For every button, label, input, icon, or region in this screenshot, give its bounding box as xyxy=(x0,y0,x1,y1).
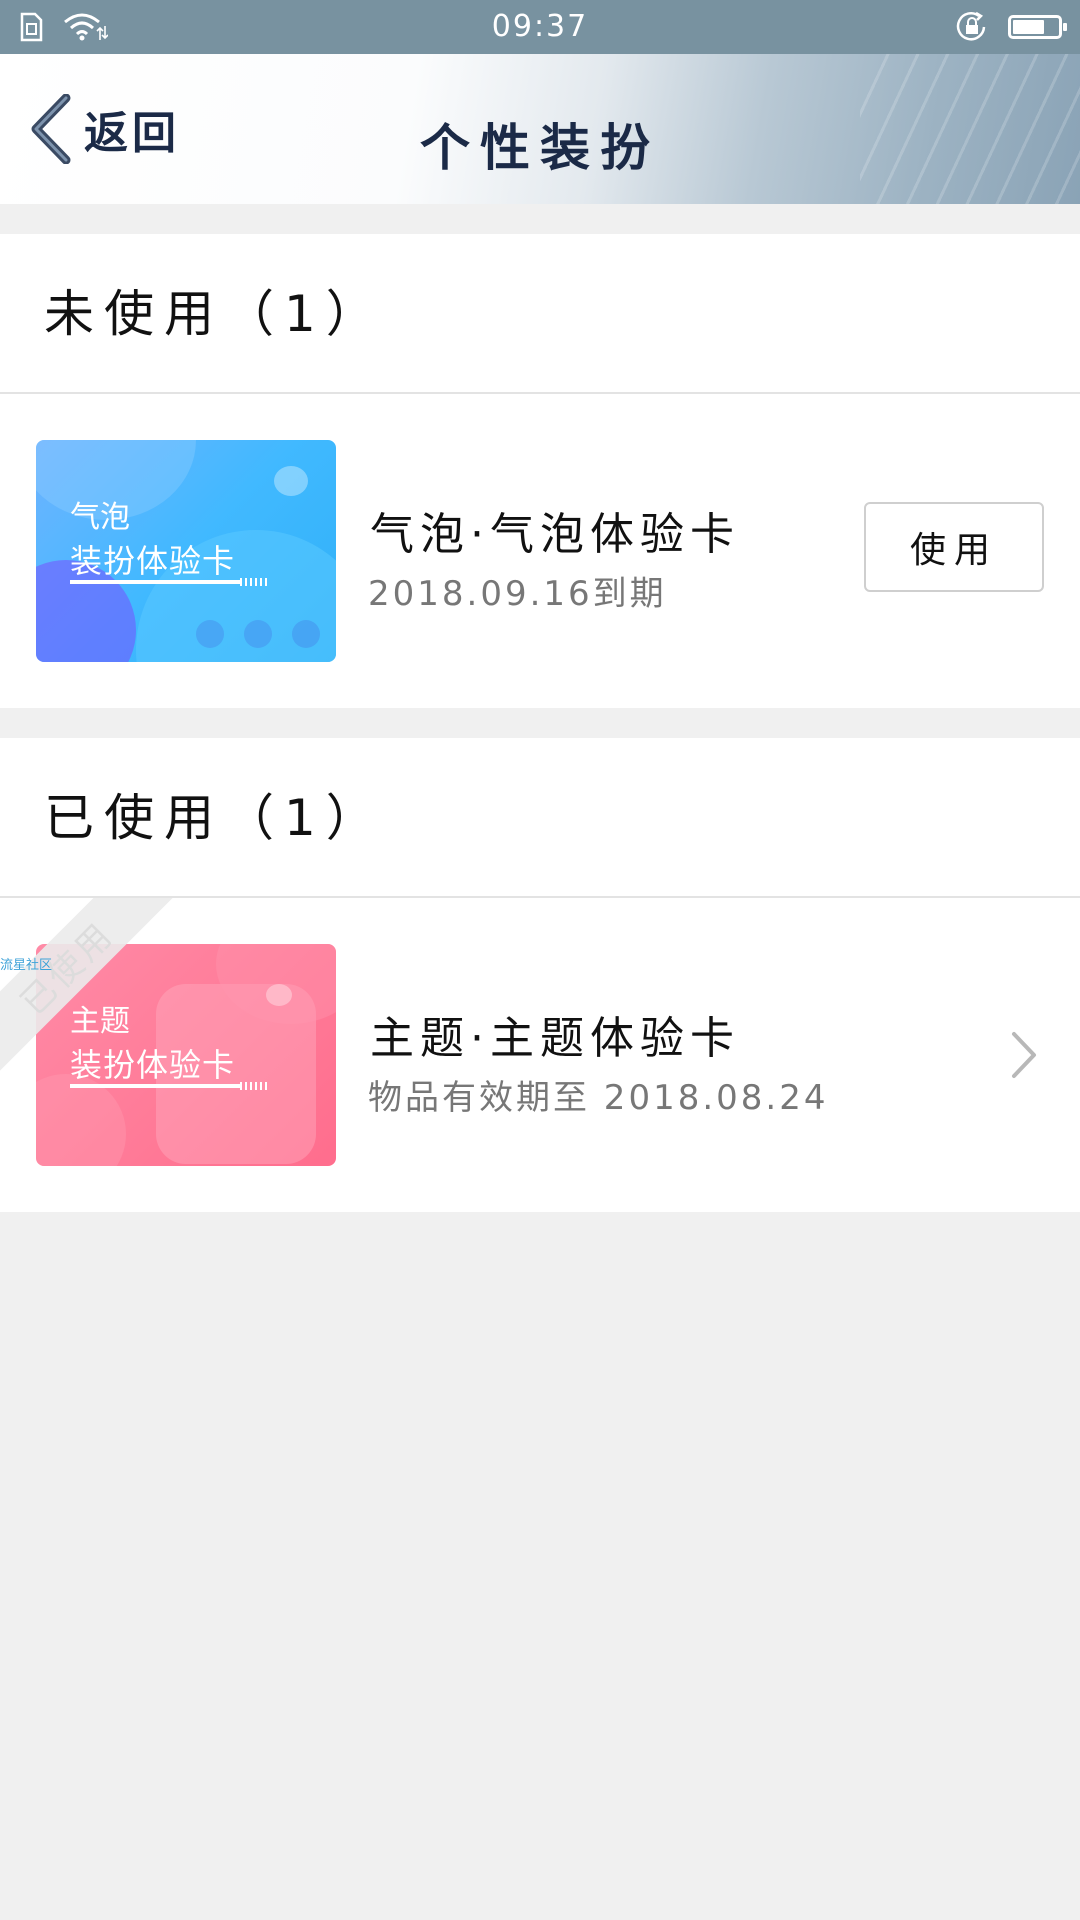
card-line1: 气泡 xyxy=(70,500,130,535)
bubble-card-thumbnail: 气泡 装扮体验卡 xyxy=(36,440,336,662)
item-expiry: 2018.09.16到期 xyxy=(368,574,667,614)
item-expiry: 物品有效期至 2018.08.24 xyxy=(368,1078,829,1118)
status-time: 09:37 xyxy=(491,9,589,44)
item-title: 气泡·气泡体验卡 xyxy=(370,509,740,560)
status-bar: 09:37 xyxy=(0,0,1080,54)
battery-icon xyxy=(1008,15,1067,39)
section-heading-used: 已使用（1） xyxy=(0,738,1080,898)
section-unused: 未使用（1） 气泡 装扮体验卡 气泡·气泡体验卡 2018.09.16到期 使用 xyxy=(0,234,1080,708)
list-item[interactable]: 主题 装扮体验卡 已使用 流星社区 主题·主题体验卡 物品有效期至 2018.0… xyxy=(0,898,1080,1210)
app-header: 返回 个性装扮 xyxy=(0,54,1080,204)
chevron-right-icon[interactable] xyxy=(1004,1028,1044,1082)
section-heading-unused: 未使用（1） xyxy=(0,234,1080,394)
card-line1: 主题 xyxy=(70,1004,130,1039)
rotation-lock-icon xyxy=(956,11,986,41)
section-used: 已使用（1） 主题 装扮体验卡 已使用 流星社区 主题·主题体验卡 物品有效期至… xyxy=(0,738,1080,1212)
card-line2: 装扮体验卡 xyxy=(70,1046,236,1084)
item-title: 主题·主题体验卡 xyxy=(370,1013,740,1064)
use-button[interactable]: 使用 xyxy=(864,502,1044,592)
card-line2: 装扮体验卡 xyxy=(70,542,236,580)
page-title: 个性装扮 xyxy=(420,119,660,177)
watermark: 流星社区 xyxy=(0,958,53,973)
list-item[interactable]: 气泡 装扮体验卡 气泡·气泡体验卡 2018.09.16到期 使用 xyxy=(0,394,1080,706)
